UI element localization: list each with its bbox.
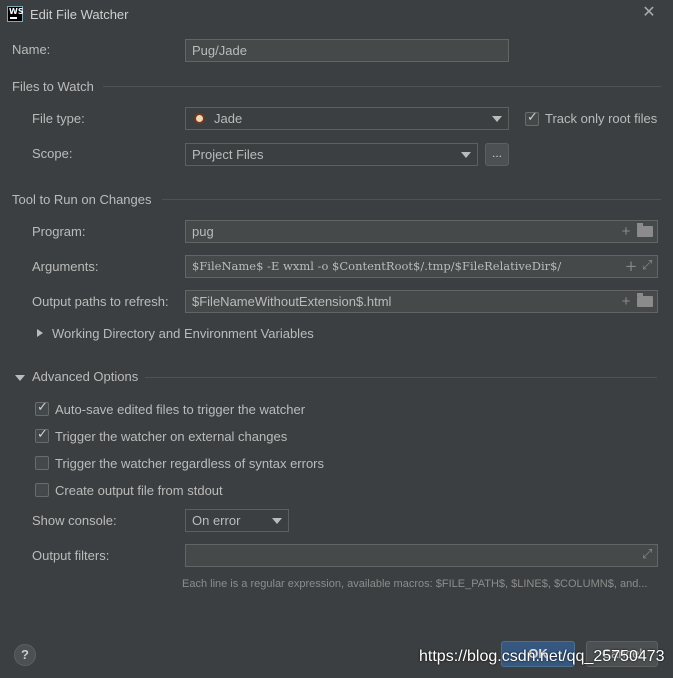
external-changes-label: Trigger the watcher on external changes — [55, 429, 288, 444]
working-directory-toggle[interactable]: Working Directory and Environment Variab… — [52, 326, 314, 341]
window-title: Edit File Watcher — [30, 7, 129, 22]
output-filters-hint: Each line is a regular expression, avail… — [182, 578, 648, 590]
show-console-label: Show console: — [32, 513, 117, 528]
chevron-down-icon — [492, 116, 502, 122]
scope-label: Scope: — [32, 146, 73, 161]
pug-icon — [194, 113, 205, 124]
folder-icon[interactable] — [637, 222, 653, 237]
webstorm-logo-icon: WS — [7, 6, 24, 22]
chevron-down-icon — [461, 152, 471, 158]
track-root-label: Track only root files — [545, 111, 658, 126]
show-console-value: On error — [192, 513, 241, 528]
insert-macro-icon[interactable]: + — [619, 294, 633, 309]
program-value: pug — [192, 224, 214, 239]
scope-select[interactable]: Project Files — [185, 143, 478, 166]
arguments-value: $FileName$ -E wxml -o $ContentRoot$/.tmp… — [192, 259, 562, 273]
advanced-options-header[interactable]: Advanced Options — [32, 369, 138, 384]
output-filters-label: Output filters: — [32, 548, 110, 563]
collapse-arrow-icon[interactable] — [15, 375, 25, 381]
external-changes-checkbox[interactable] — [35, 427, 49, 443]
files-to-watch-header: Files to Watch — [12, 79, 94, 94]
auto-save-checkbox[interactable] — [35, 400, 49, 416]
syntax-errors-label: Trigger the watcher regardless of syntax… — [55, 456, 325, 471]
arguments-input[interactable]: $FileName$ -E wxml -o $ContentRoot$/.tmp… — [185, 255, 658, 278]
name-input[interactable]: Pug/Jade — [185, 39, 509, 62]
auto-save-label: Auto-save edited files to trigger the wa… — [55, 402, 306, 417]
expand-icon[interactable] — [642, 547, 653, 562]
folder-icon[interactable] — [637, 292, 653, 307]
file-type-value: Jade — [214, 111, 243, 126]
section-divider — [145, 377, 657, 378]
name-label: Name: — [12, 42, 51, 57]
insert-macro-icon[interactable]: + — [624, 259, 638, 274]
expand-icon[interactable] — [642, 258, 653, 273]
output-paths-value: $FileNameWithoutExtension$.html — [192, 294, 392, 309]
tool-header: Tool to Run on Changes — [12, 192, 152, 207]
show-console-select[interactable]: On error — [185, 509, 289, 532]
file-type-select[interactable]: Jade — [185, 107, 509, 130]
output-paths-label: Output paths to refresh: — [32, 294, 169, 309]
file-type-label: File type: — [32, 111, 85, 126]
section-divider — [162, 199, 661, 200]
chevron-down-icon — [272, 518, 282, 524]
expand-arrow-icon[interactable] — [37, 329, 43, 337]
output-paths-input[interactable]: $FileNameWithoutExtension$.html + — [185, 290, 658, 313]
help-button[interactable]: ? — [14, 644, 36, 666]
program-label: Program: — [32, 224, 86, 239]
scope-browse-button[interactable]: ... — [485, 143, 509, 166]
scope-value: Project Files — [192, 147, 264, 162]
close-icon[interactable]: ✕ — [641, 4, 657, 22]
output-filters-input[interactable] — [185, 544, 658, 567]
program-input[interactable]: pug + — [185, 220, 658, 243]
watermark: https://blog.csdn.net/qq_25750473 — [419, 648, 665, 665]
insert-macro-icon[interactable]: + — [619, 224, 633, 239]
section-divider — [103, 86, 661, 87]
stdout-label: Create output file from stdout — [55, 483, 223, 498]
syntax-errors-checkbox[interactable] — [35, 456, 49, 470]
track-root-checkbox[interactable] — [525, 110, 539, 126]
stdout-checkbox[interactable] — [35, 483, 49, 497]
arguments-label: Arguments: — [32, 259, 99, 274]
